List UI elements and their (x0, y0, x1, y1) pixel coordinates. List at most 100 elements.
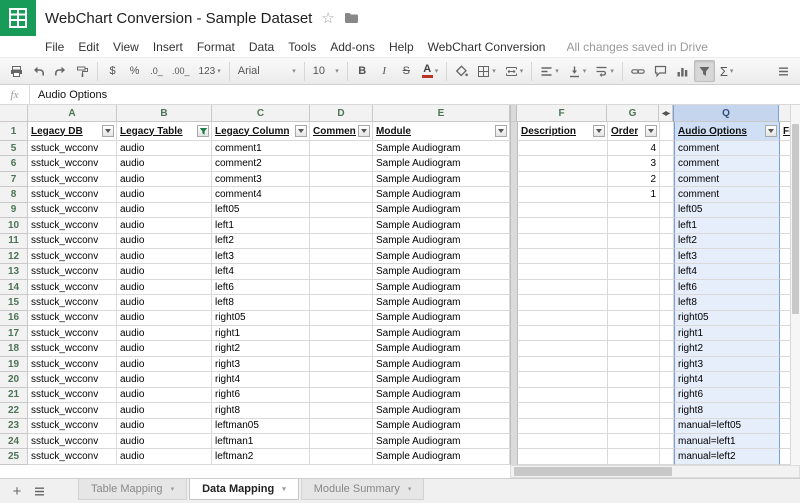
cell-G6[interactable]: 3 (608, 156, 660, 171)
cell-C18[interactable]: right2 (212, 341, 310, 356)
cell-D5[interactable] (310, 141, 373, 156)
cell-A5[interactable]: sstuck_wcconv (28, 141, 117, 156)
cell-E23[interactable]: Sample Audiogram (373, 419, 510, 434)
cell-E19[interactable]: Sample Audiogram (373, 357, 510, 372)
column-header-G[interactable]: G (607, 105, 659, 122)
cell-B16[interactable]: audio (117, 311, 212, 326)
menu-view[interactable]: View (106, 40, 146, 54)
cell-D23[interactable] (310, 419, 373, 434)
cell-G15[interactable] (608, 295, 660, 310)
vertical-align-button[interactable]: ▾ (564, 60, 591, 82)
cell-C7[interactable]: comment3 (212, 172, 310, 187)
cell-B12[interactable]: audio (117, 249, 212, 264)
cell-F25[interactable] (518, 449, 608, 464)
cell-B22[interactable]: audio (117, 403, 212, 418)
currency-format-button[interactable]: $ (102, 60, 123, 82)
cell-Q7[interactable]: comment (674, 172, 780, 187)
cell-G5[interactable]: 4 (608, 141, 660, 156)
cell-A15[interactable]: sstuck_wcconv (28, 295, 117, 310)
cell-Q11[interactable]: left2 (674, 234, 780, 249)
cell-Q17[interactable]: right1 (674, 326, 780, 341)
cell-C10[interactable]: left1 (212, 218, 310, 233)
filter-dropdown-button[interactable] (495, 125, 507, 137)
cell-D15[interactable] (310, 295, 373, 310)
menu-help[interactable]: Help (382, 40, 421, 54)
cell-E22[interactable]: Sample Audiogram (373, 403, 510, 418)
cell-E9[interactable]: Sample Audiogram (373, 203, 510, 218)
cell-G25[interactable] (608, 449, 660, 464)
row-header-16[interactable]: 16 (0, 311, 28, 326)
horizontal-align-button[interactable]: ▾ (536, 60, 563, 82)
row-header-18[interactable]: 18 (0, 341, 28, 356)
cell-D24[interactable] (310, 434, 373, 449)
cell-G7[interactable]: 2 (608, 172, 660, 187)
filter-dropdown-button[interactable] (645, 125, 657, 137)
merge-cells-button[interactable]: ▾ (501, 60, 528, 82)
cell-E8[interactable]: Sample Audiogram (373, 187, 510, 202)
cell-A10[interactable]: sstuck_wcconv (28, 218, 117, 233)
star-icon[interactable]: ☆ (321, 9, 334, 27)
cell-E10[interactable]: Sample Audiogram (373, 218, 510, 233)
cell-B5[interactable]: audio (117, 141, 212, 156)
cell-B25[interactable]: audio (117, 449, 212, 464)
cell-B13[interactable]: audio (117, 264, 212, 279)
hidden-columns-marker[interactable]: ◀▶ (659, 105, 673, 122)
cell-F13[interactable] (518, 264, 608, 279)
fill-color-button[interactable] (451, 60, 472, 82)
cell-B14[interactable]: audio (117, 280, 212, 295)
menu-webchart-conversion[interactable]: WebChart Conversion (421, 40, 553, 54)
row-header-22[interactable]: 22 (0, 403, 28, 418)
toolbar-overflow-button[interactable] (773, 60, 794, 82)
cell-A22[interactable]: sstuck_wcconv (28, 403, 117, 418)
cell-E7[interactable]: Sample Audiogram (373, 172, 510, 187)
cell-Q21[interactable]: right6 (674, 388, 780, 403)
cell-A17[interactable]: sstuck_wcconv (28, 326, 117, 341)
cell-G8[interactable]: 1 (608, 187, 660, 202)
cell-A21[interactable]: sstuck_wcconv (28, 388, 117, 403)
row-header-17[interactable]: 17 (0, 326, 28, 341)
cell-C9[interactable]: left05 (212, 203, 310, 218)
column-header-F[interactable]: F (517, 105, 607, 122)
sheet-tab-module-summary[interactable]: Module Summary▾ (301, 479, 425, 500)
cell-F8[interactable] (518, 187, 608, 202)
cell-A23[interactable]: sstuck_wcconv (28, 419, 117, 434)
cell-C20[interactable]: right4 (212, 372, 310, 387)
row-header-11[interactable]: 11 (0, 234, 28, 249)
text-wrap-button[interactable]: ▾ (591, 60, 618, 82)
cell-C5[interactable]: comment1 (212, 141, 310, 156)
cell-C16[interactable]: right05 (212, 311, 310, 326)
filter-funnel-button[interactable] (197, 125, 209, 137)
header-cell-D[interactable]: Comments (310, 122, 373, 141)
cell-F9[interactable] (518, 203, 608, 218)
cell-Q18[interactable]: right2 (674, 341, 780, 356)
cell-D21[interactable] (310, 388, 373, 403)
cell-B7[interactable]: audio (117, 172, 212, 187)
cell-F14[interactable] (518, 280, 608, 295)
cell-Q25[interactable]: manual=left2 (674, 449, 780, 464)
cell-D16[interactable] (310, 311, 373, 326)
row-header-8[interactable]: 8 (0, 187, 28, 202)
cell-F22[interactable] (518, 403, 608, 418)
cell-F21[interactable] (518, 388, 608, 403)
menu-insert[interactable]: Insert (146, 40, 190, 54)
cell-Q9[interactable]: left05 (674, 203, 780, 218)
header-cell-Q[interactable]: Audio Options (674, 122, 780, 141)
header-cell-F[interactable]: Description (518, 122, 608, 141)
row-header-19[interactable]: 19 (0, 357, 28, 372)
strikethrough-button[interactable]: S (396, 60, 417, 82)
cell-D10[interactable] (310, 218, 373, 233)
add-sheet-button[interactable]: + (6, 480, 28, 502)
row-header-15[interactable]: 15 (0, 295, 28, 310)
menu-tools[interactable]: Tools (281, 40, 323, 54)
cell-C6[interactable]: comment2 (212, 156, 310, 171)
filter-dropdown-button[interactable] (295, 125, 307, 137)
cell-B19[interactable]: audio (117, 357, 212, 372)
cell-C25[interactable]: leftman2 (212, 449, 310, 464)
cell-D22[interactable] (310, 403, 373, 418)
column-header-Q[interactable]: Q (673, 105, 779, 122)
document-title[interactable]: WebChart Conversion - Sample Dataset (45, 10, 312, 27)
cell-D9[interactable] (310, 203, 373, 218)
row-header-13[interactable]: 13 (0, 264, 28, 279)
cell-D11[interactable] (310, 234, 373, 249)
cell-G21[interactable] (608, 388, 660, 403)
